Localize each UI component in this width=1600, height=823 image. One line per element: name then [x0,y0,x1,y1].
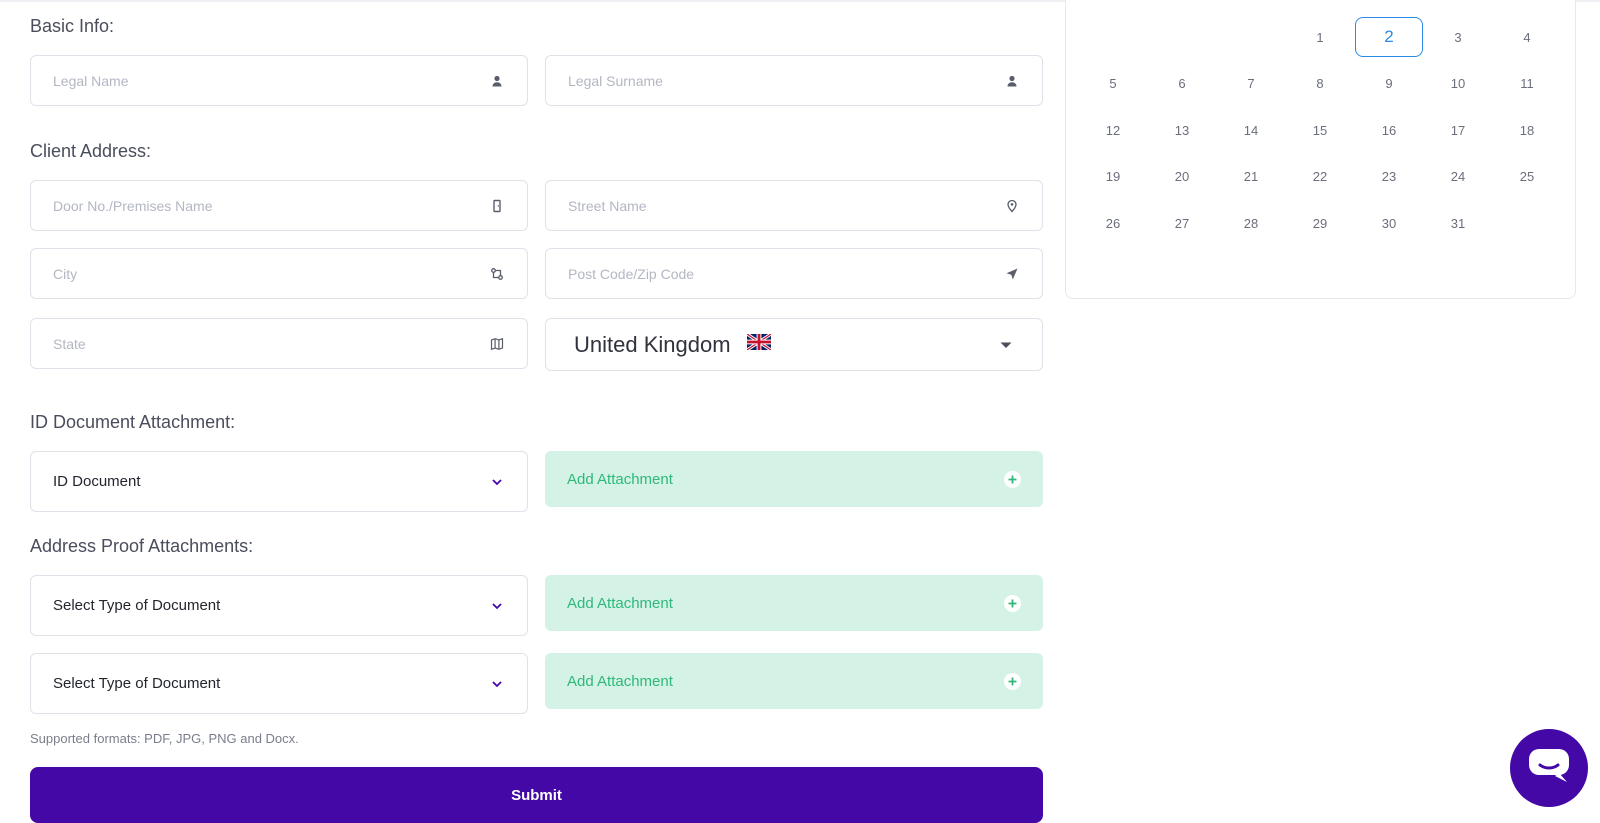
section-title-client-address: Client Address: [30,141,152,161]
calendar-day-21[interactable]: 21 [1217,156,1285,196]
calendar-day-13[interactable]: 13 [1148,110,1216,150]
door-no-placeholder: Door No./Premises Name [53,197,213,214]
id-document-selected: ID Document [53,473,141,490]
door-no-input[interactable]: Door No./Premises Name [30,180,528,231]
plus-icon [1004,594,1021,612]
add-attachment-label: Add Attachment [567,672,673,690]
legal-name-input[interactable]: Legal Name [30,55,528,106]
calendar-day-14[interactable]: 14 [1217,110,1285,150]
chevron-down-icon [489,474,505,490]
id-document-add-attachment-button[interactable]: Add Attachment [545,451,1043,507]
address-proof-select-2[interactable]: Select Type of Document [30,653,528,714]
calendar-day-12[interactable]: 12 [1079,110,1147,150]
id-document-select[interactable]: ID Document [30,451,528,512]
calendar-day-2[interactable]: 2 [1355,17,1423,57]
calendar-day-5[interactable]: 5 [1079,63,1147,103]
chat-button[interactable] [1510,729,1588,807]
calendar-day-10[interactable]: 10 [1424,63,1492,103]
legal-surname-input[interactable]: Legal Surname [545,55,1043,106]
state-input[interactable]: State [30,318,528,369]
plus-icon [1004,470,1021,488]
calendar: 1 2 3 4 5 6 7 8 9 10 11 12 13 14 15 16 17 18 19 20 21 22 23 24 2… [1065,0,1576,299]
add-attachment-label: Add Attachment [567,470,673,488]
country-name: United Kingdom [574,331,731,357]
calendar-day-27[interactable]: 27 [1148,203,1216,243]
calendar-day-4[interactable]: 4 [1493,17,1561,57]
calendar-day-18[interactable]: 18 [1493,110,1561,150]
legal-surname-placeholder: Legal Surname [568,72,663,89]
chevron-down-icon [489,676,505,692]
calendar-day-28[interactable]: 28 [1217,203,1285,243]
calendar-day-30[interactable]: 30 [1355,203,1423,243]
calendar-day-11[interactable]: 11 [1493,63,1561,103]
street-name-input[interactable]: Street Name [545,180,1043,231]
calendar-day-16[interactable]: 16 [1355,110,1423,150]
door-icon [489,198,505,214]
calendar-day-23[interactable]: 23 [1355,156,1423,196]
calendar-day-24[interactable]: 24 [1424,156,1492,196]
plus-icon [1004,672,1021,690]
address-proof-selected: Select Type of Document [53,597,221,614]
post-code-placeholder: Post Code/Zip Code [568,265,695,282]
caret-down-icon [998,337,1014,353]
calendar-day-22[interactable]: 22 [1286,156,1354,196]
chevron-down-icon [489,598,505,614]
section-title-id-document: ID Document Attachment: [30,412,236,432]
country-select[interactable]: United Kingdom [545,318,1043,371]
add-attachment-label: Add Attachment [567,594,673,612]
calendar-day-20[interactable]: 20 [1148,156,1216,196]
chat-icon [1529,748,1569,788]
calendar-day-7[interactable]: 7 [1217,63,1285,103]
calendar-day-15[interactable]: 15 [1286,110,1354,150]
address-proof-selected: Select Type of Document [53,675,221,692]
location-arrow-icon [1004,266,1020,282]
submit-button[interactable]: Submit [30,767,1043,823]
map-pin-icon [1004,198,1020,214]
submit-label: Submit [511,786,562,804]
address-proof-add-attachment-button-1[interactable]: Add Attachment [545,575,1043,631]
calendar-day-8[interactable]: 8 [1286,63,1354,103]
route-icon [489,266,505,282]
section-title-basic-info: Basic Info: [30,16,115,36]
calendar-day-17[interactable]: 17 [1424,110,1492,150]
calendar-day-9[interactable]: 9 [1355,63,1423,103]
post-code-input[interactable]: Post Code/Zip Code [545,248,1043,299]
map-icon [489,336,505,352]
section-title-address-proof: Address Proof Attachments: [30,536,254,556]
state-placeholder: State [53,335,86,352]
calendar-day-1[interactable]: 1 [1286,17,1354,57]
person-icon [1004,73,1020,89]
city-input[interactable]: City [30,248,528,299]
person-icon [489,73,505,89]
address-proof-add-attachment-button-2[interactable]: Add Attachment [545,653,1043,709]
calendar-day-31[interactable]: 31 [1424,203,1492,243]
address-proof-select-1[interactable]: Select Type of Document [30,575,528,636]
calendar-day-3[interactable]: 3 [1424,17,1492,57]
uk-flag-icon [745,332,772,355]
supported-formats-hint: Supported formats: PDF, JPG, PNG and Doc… [30,731,299,746]
calendar-day-29[interactable]: 29 [1286,203,1354,243]
legal-name-placeholder: Legal Name [53,72,129,89]
calendar-day-6[interactable]: 6 [1148,63,1216,103]
city-placeholder: City [53,265,78,282]
calendar-day-25[interactable]: 25 [1493,156,1561,196]
calendar-day-19[interactable]: 19 [1079,156,1147,196]
street-name-placeholder: Street Name [568,197,647,214]
calendar-day-26[interactable]: 26 [1079,203,1147,243]
